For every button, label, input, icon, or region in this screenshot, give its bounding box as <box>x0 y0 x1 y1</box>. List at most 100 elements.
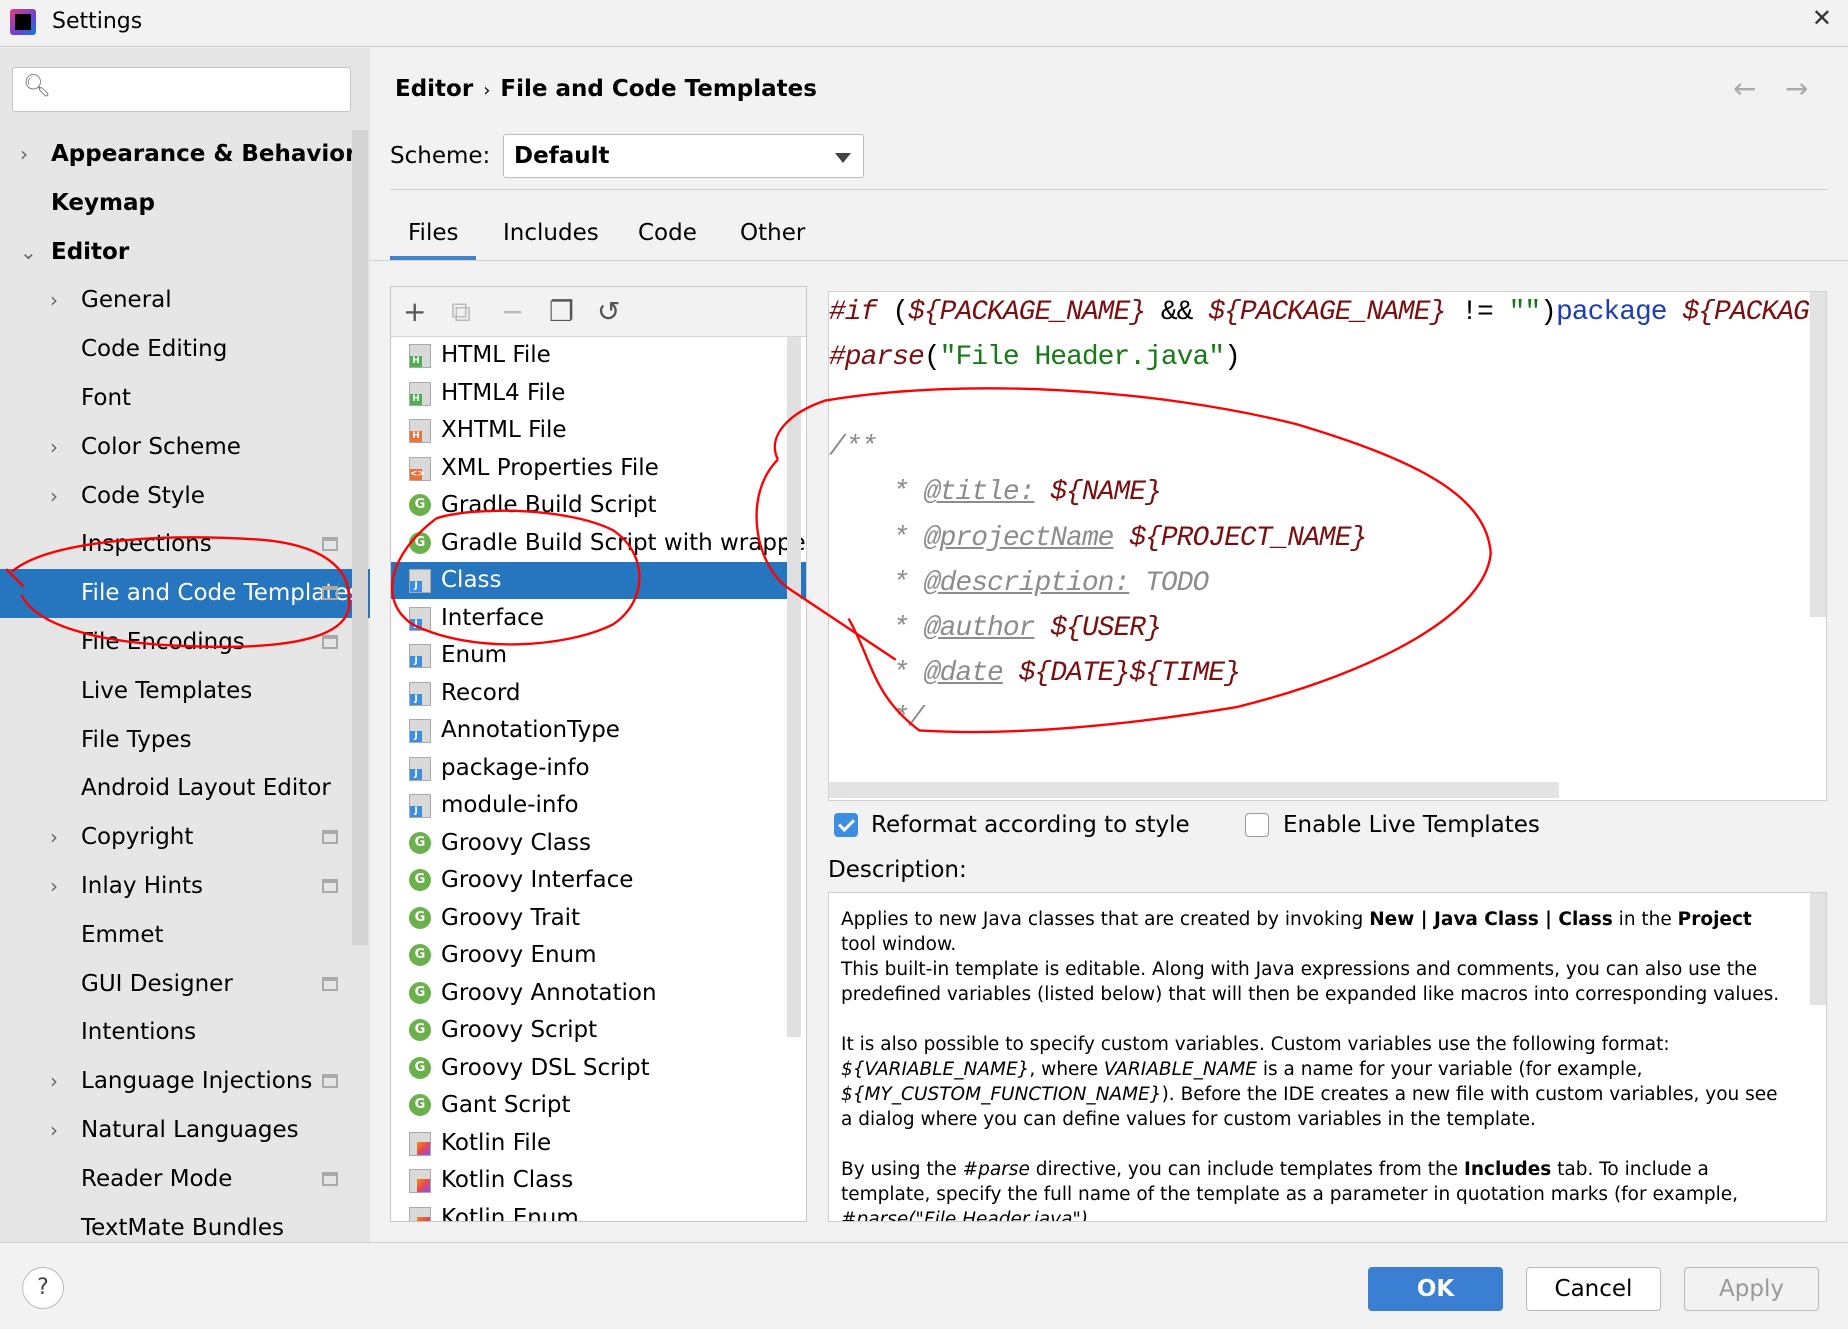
code-line: * @description: TODO <box>829 567 1209 599</box>
template-list-item[interactable]: J Enum <box>391 637 806 674</box>
sidebar-item[interactable]: Emmet <box>0 911 356 960</box>
close-icon[interactable]: ✕ <box>1812 4 1832 32</box>
template-list-item[interactable]: G Groovy Enum <box>391 937 806 974</box>
create-child-icon[interactable]: ⧉ <box>451 295 471 329</box>
template-list-item[interactable]: Kotlin Class <box>391 1162 806 1199</box>
remove-icon[interactable]: − <box>501 295 524 328</box>
chevron-right-icon[interactable]: › <box>20 130 28 179</box>
sidebar-item[interactable]: File Types <box>0 716 356 765</box>
editor-vertical-scrollbar[interactable] <box>1810 292 1826 617</box>
reformat-label[interactable]: Reformat according to style <box>871 812 1190 838</box>
code-token: @title: <box>923 477 1036 509</box>
project-scope-icon <box>322 586 338 601</box>
tab-includes[interactable]: Includes <box>503 220 599 260</box>
sidebar-item[interactable]: File Encodings <box>0 618 356 667</box>
live-templates-label[interactable]: Enable Live Templates <box>1283 812 1540 838</box>
sidebar-item[interactable]: › Inlay Hints <box>0 862 356 911</box>
sidebar-item[interactable]: Intentions <box>0 1008 356 1057</box>
sidebar-item[interactable]: Reader Mode <box>0 1155 356 1204</box>
sidebar-item[interactable]: Live Templates <box>0 667 356 716</box>
copy-icon[interactable]: ❐ <box>549 295 574 328</box>
template-list-item[interactable]: G Groovy Interface <box>391 862 806 899</box>
editor-horizontal-scrollbar[interactable] <box>829 782 1559 798</box>
chevron-right-icon[interactable]: › <box>50 423 58 472</box>
live-templates-checkbox[interactable] <box>1245 813 1269 837</box>
chevron-right-icon[interactable]: › <box>50 862 58 911</box>
groovy-icon: G <box>409 869 431 891</box>
forward-arrow-icon[interactable]: → <box>1785 72 1808 105</box>
ok-button[interactable]: OK <box>1368 1267 1503 1311</box>
sidebar-item[interactable]: › Appearance & Behavior <box>0 130 356 179</box>
template-list-item[interactable]: G Groovy Annotation <box>391 975 806 1012</box>
code-line: */ <box>829 703 925 734</box>
chevron-down-icon[interactable]: ⌄ <box>20 228 37 277</box>
sidebar-item[interactable]: TextMate Bundles <box>0 1204 356 1253</box>
template-list-item[interactable]: Kotlin Enum <box>391 1200 806 1221</box>
template-code-editor[interactable]: #if (${PACKAGE_NAME} && ${PACKAGE_NAME} … <box>828 291 1827 801</box>
template-list-item[interactable]: J Interface <box>391 600 806 637</box>
template-list-item[interactable]: H XHTML File <box>391 412 806 449</box>
code-token: @date <box>923 657 1004 689</box>
cancel-button[interactable]: Cancel <box>1526 1267 1661 1311</box>
breadcrumb-parent[interactable]: Editor <box>395 76 473 102</box>
code-line: * @date ${DATE}${TIME} <box>829 657 1241 689</box>
apply-button[interactable]: Apply <box>1684 1267 1819 1311</box>
template-list-item[interactable]: Jpackage-info <box>391 750 806 787</box>
sidebar-scrollbar[interactable] <box>352 130 368 945</box>
sidebar-item[interactable]: › Copyright <box>0 813 356 862</box>
template-list-item[interactable]: G Groovy Trait <box>391 900 806 937</box>
groovy-icon: G <box>409 831 431 854</box>
reset-icon[interactable]: ↺ <box>597 295 620 328</box>
template-list-item[interactable]: <> XML Properties File <box>391 450 806 487</box>
chevron-right-icon[interactable]: › <box>50 1057 58 1106</box>
sidebar-item[interactable]: › Natural Languages <box>0 1106 356 1155</box>
sidebar-item[interactable]: Keymap <box>0 179 356 228</box>
template-list-item[interactable]: G Gant Script <box>391 1087 806 1124</box>
code-token: /** <box>829 432 877 464</box>
sidebar-item[interactable]: Font <box>0 374 356 423</box>
sidebar-item[interactable]: › Code Style <box>0 472 356 521</box>
sidebar-item[interactable]: Code Editing <box>0 325 356 374</box>
template-list-item[interactable]: G Groovy Class <box>391 825 806 862</box>
template-list-item[interactable]: H HTML File <box>391 337 806 374</box>
template-list-item[interactable]: G Gradle Build Script <box>391 487 806 524</box>
sidebar-item[interactable]: › Language Injections <box>0 1057 356 1106</box>
reformat-checkbox[interactable] <box>834 813 858 837</box>
template-list-item[interactable]: G Groovy DSL Script <box>391 1050 806 1087</box>
sidebar-item[interactable]: ⌄ Editor <box>0 228 356 277</box>
scheme-dropdown[interactable]: Default <box>503 134 864 178</box>
template-list-item[interactable]: H HTML4 File <box>391 375 806 412</box>
sidebar-item[interactable]: File and Code Templates <box>0 569 370 619</box>
chevron-right-icon[interactable]: › <box>50 276 58 325</box>
tab-files[interactable]: Files <box>390 220 477 260</box>
help-button[interactable]: ? <box>22 1267 64 1309</box>
chevron-right-icon[interactable]: › <box>50 813 58 862</box>
tab-other[interactable]: Other <box>740 220 805 260</box>
description-text: Applies to new Java classes that are cre… <box>841 909 1780 1222</box>
chevron-right-icon[interactable]: › <box>50 472 58 521</box>
add-icon[interactable]: + <box>403 295 426 328</box>
template-list-panel: + ⧉ − ❐ ↺ H HTML File H HTML4 File H XHTML Fi… <box>390 286 807 1222</box>
sidebar-item-label: Natural Languages <box>81 1117 299 1143</box>
sidebar-item[interactable]: › General <box>0 276 356 325</box>
template-list-item[interactable]: J AnnotationType <box>391 712 806 749</box>
sidebar-item[interactable]: Android Layout Editor <box>0 764 356 813</box>
chevron-right-icon[interactable]: › <box>50 1106 58 1155</box>
template-list-item[interactable]: G Gradle Build Script with wrapper <box>391 525 806 562</box>
sidebar-item[interactable]: › Color Scheme <box>0 423 356 472</box>
template-list-item[interactable]: J Class <box>391 562 806 599</box>
template-list-item[interactable]: Jmodule-info <box>391 787 806 824</box>
template-list-item[interactable]: J Record <box>391 675 806 712</box>
sidebar-item[interactable]: Inspections <box>0 520 356 569</box>
list-scrollbar[interactable] <box>787 337 801 1037</box>
tab-code[interactable]: Code <box>638 220 697 260</box>
back-arrow-icon[interactable]: ← <box>1733 72 1756 105</box>
template-name: Groovy Script <box>441 1017 598 1043</box>
code-token: TODO <box>1129 567 1209 599</box>
search-input[interactable]: 🔍︎ <box>12 67 351 112</box>
template-list-item[interactable]: G Groovy Script <box>391 1012 806 1049</box>
template-list-item[interactable]: Kotlin File <box>391 1125 806 1162</box>
sidebar-item[interactable]: GUI Designer <box>0 960 356 1009</box>
description-scrollbar[interactable] <box>1810 893 1826 1005</box>
file-template-icon: H <box>409 381 431 406</box>
